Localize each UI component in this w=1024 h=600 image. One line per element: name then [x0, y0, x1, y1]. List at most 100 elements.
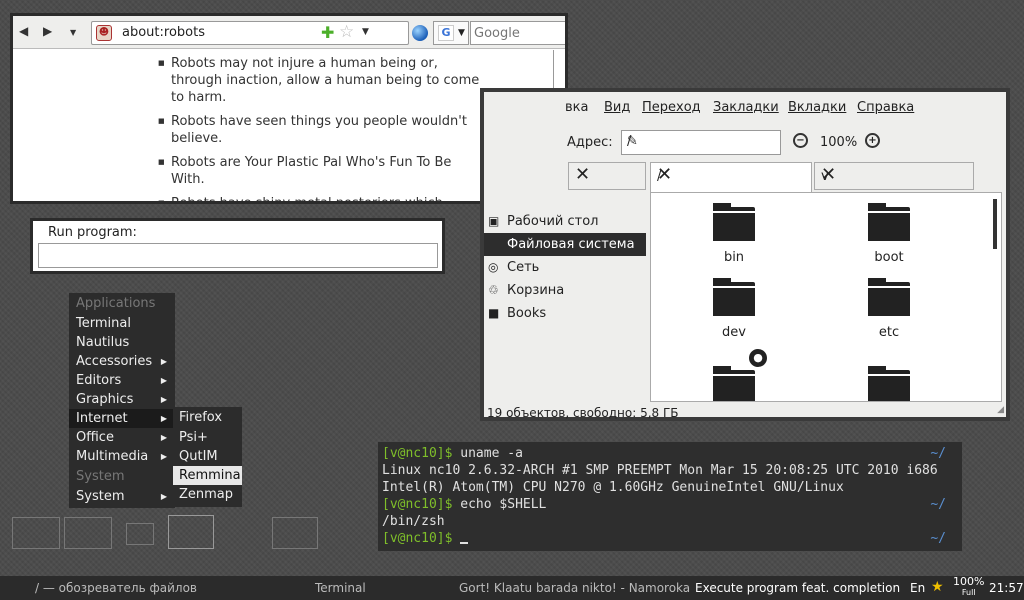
robot-icon: ☻: [96, 25, 112, 41]
search-bar[interactable]: 🔎︎: [470, 21, 565, 45]
folder-icon: [713, 203, 755, 241]
tab-v[interactable]: v ✕: [814, 162, 974, 190]
menu-bookmarks[interactable]: Закладки: [713, 100, 779, 115]
menu-header-system: System: [76, 469, 125, 484]
terminal-path: ~/: [930, 497, 946, 512]
url-bar[interactable]: ☻ about:robots ✚ ☆ ▼: [91, 21, 409, 45]
menu-item-system[interactable]: System ▶: [69, 487, 175, 506]
star-tray-icon[interactable]: ★: [931, 579, 944, 595]
tab-root[interactable]: / ✕: [650, 162, 812, 192]
locked-emblem-icon: ●: [747, 347, 769, 369]
menu-help[interactable]: Справка: [857, 100, 914, 115]
desktop-icon: ▣: [488, 214, 500, 228]
task-browser[interactable]: Gort! Klaatu barada nikto! - Namoroka: [459, 581, 690, 595]
menu-item-zenmap[interactable]: Zenmap: [173, 485, 242, 504]
folder-etc[interactable]: etc: [844, 278, 934, 340]
menu-item-qutim[interactable]: QutIM: [173, 447, 242, 466]
menu-item-editors[interactable]: Editors ▶: [69, 371, 175, 390]
sidebar-item-label: Корзина: [507, 283, 565, 298]
run-program-input[interactable]: [38, 243, 438, 268]
sidebar-item-filesystem[interactable]: Файловая система: [484, 233, 646, 256]
folder-dev[interactable]: dev: [689, 278, 779, 340]
close-tab-icon[interactable]: ✕: [821, 164, 968, 185]
close-tab-icon[interactable]: ✕: [657, 164, 806, 185]
terminal-window[interactable]: [v@nc10]$ uname -a ~/ Linux nc10 2.6.32-A…: [378, 442, 962, 551]
folder-boot[interactable]: boot: [844, 203, 934, 265]
menu-item-accessories[interactable]: Accessories ▶: [69, 352, 175, 371]
workspace-2[interactable]: [64, 517, 112, 549]
menu-item-office[interactable]: Office ▶: [69, 428, 175, 447]
menu-item-nautilus[interactable]: Nautilus: [69, 333, 175, 352]
back-icon[interactable]: ◀: [19, 24, 28, 38]
keyboard-layout[interactable]: En: [910, 581, 925, 595]
menu-edit[interactable]: вка: [565, 100, 588, 115]
battery-percent: 100%: [953, 575, 985, 588]
close-tab-icon[interactable]: ✕: [575, 164, 640, 185]
address-label: Адрес:: [567, 135, 613, 150]
file-manager-window: вка Вид Переход Закладки Вкладки Справка…: [480, 88, 1010, 421]
battery-indicator[interactable]: 100% Full: [953, 576, 984, 598]
address-field[interactable]: / ✎: [621, 130, 781, 155]
task-run-program[interactable]: Execute program feat. completion: [695, 581, 900, 595]
terminal-prompt: [v@nc10]$: [382, 497, 453, 512]
workspace-4-current[interactable]: [168, 515, 214, 549]
folder-lib[interactable]: [844, 366, 934, 401]
workspace-1[interactable]: [12, 517, 60, 549]
menu-item-internet[interactable]: Internet ▶: [69, 409, 175, 428]
menu-item-psi[interactable]: Psi+: [173, 428, 242, 447]
workspace-5[interactable]: [272, 517, 318, 549]
menu-item-multimedia[interactable]: Multimedia ▶: [69, 447, 175, 466]
menu-item-terminal[interactable]: Terminal: [69, 314, 175, 333]
menu-item-remmina[interactable]: Remmina: [173, 466, 242, 485]
globe-icon[interactable]: [412, 25, 428, 41]
submenu-arrow-icon: ▶: [160, 395, 167, 404]
applications-menu: Applications Terminal Nautilus Accessori…: [69, 293, 175, 508]
search-engine-selector[interactable]: G ▼: [433, 21, 469, 45]
resize-grip-icon[interactable]: ◢: [997, 405, 1004, 415]
folder-bin[interactable]: bin: [689, 203, 779, 265]
task-file-manager[interactable]: / — обозреватель файлов: [35, 581, 197, 595]
zoom-out-icon[interactable]: −: [793, 133, 808, 148]
workspace-3[interactable]: [126, 523, 154, 545]
zoom-in-icon[interactable]: +: [865, 133, 880, 148]
tab-previous[interactable]: ✕: [568, 162, 646, 190]
terminal-line: [v@nc10]$ uname -a ~/: [382, 446, 958, 463]
list-item: Robots have shiny metal posteriors which…: [158, 195, 488, 201]
folder-name: boot: [874, 250, 904, 265]
menu-item-label: Nautilus: [76, 335, 130, 350]
menu-go[interactable]: Переход: [642, 100, 701, 115]
terminal-command: uname -a: [452, 446, 523, 461]
submenu-arrow-icon: ▶: [160, 492, 167, 501]
internet-submenu: Firefox Psi+ QutIM Remmina Zenmap: [173, 407, 242, 507]
folder-name: dev: [722, 325, 746, 340]
menu-view[interactable]: Вид: [604, 100, 630, 115]
sidebar-item-books[interactable]: ■ Books: [484, 302, 646, 325]
folder-home[interactable]: [689, 366, 779, 401]
clear-address-icon[interactable]: ✎: [627, 134, 775, 149]
folder-icon: [713, 278, 755, 316]
menu-header-applications: Applications: [76, 296, 156, 311]
sidebar-item-network[interactable]: ◎ Сеть: [484, 256, 646, 279]
menu-item-graphics[interactable]: Graphics ▶: [69, 390, 175, 409]
task-terminal[interactable]: Terminal: [315, 581, 366, 595]
menu-item-firefox[interactable]: Firefox: [173, 408, 242, 427]
menu-tabs[interactable]: Вкладки: [788, 100, 846, 115]
menu-item-label: Internet: [76, 411, 128, 426]
submenu-arrow-icon: ▶: [160, 414, 167, 423]
forward-icon[interactable]: ▶: [43, 24, 52, 38]
folder-grid-scrollbar[interactable]: [993, 199, 997, 249]
search-icon[interactable]: 🔎︎: [563, 23, 565, 41]
url-text[interactable]: about:robots: [122, 25, 205, 40]
sidebar-item-trash[interactable]: ♲ Корзина: [484, 279, 646, 302]
history-dropdown-icon[interactable]: ▼: [70, 28, 76, 37]
sidebar-item-label: Файловая система: [507, 237, 635, 252]
zoom-level: 100%: [820, 135, 858, 150]
menu-item-label: System: [76, 489, 125, 504]
folder-icon: [868, 203, 910, 241]
sidebar-item-desktop[interactable]: ▣ Рабочий стол: [484, 210, 646, 233]
bookmark-star-icon[interactable]: ☆: [339, 22, 354, 42]
url-dropdown-icon[interactable]: ▼: [362, 27, 369, 37]
submenu-arrow-icon: ▶: [160, 433, 167, 442]
search-input[interactable]: [474, 23, 554, 43]
puzzle-icon[interactable]: ✚: [321, 23, 334, 42]
